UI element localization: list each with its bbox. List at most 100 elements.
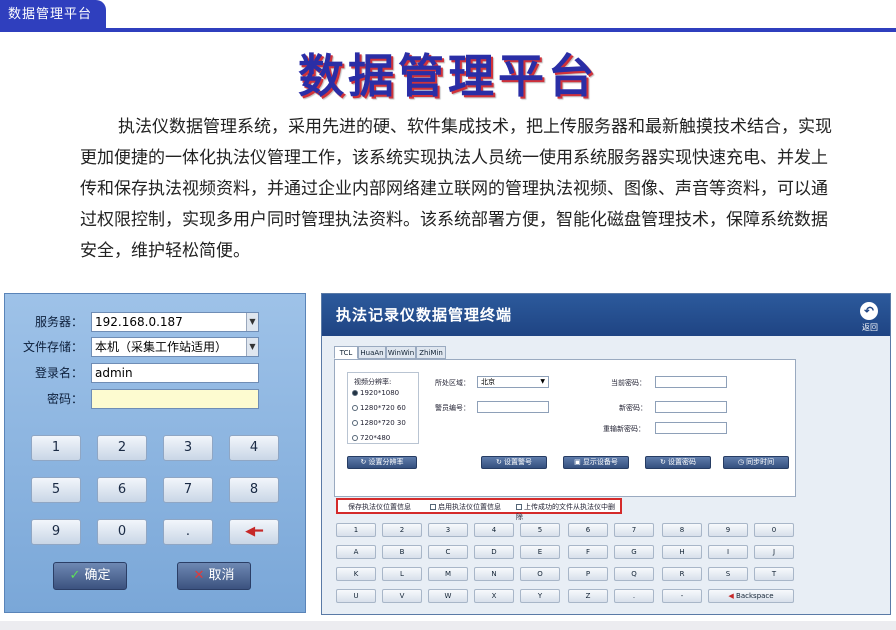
set-password-button[interactable]: ↻ 设置密码 [645, 456, 711, 469]
osk-key-f[interactable]: F [568, 545, 608, 559]
key-5[interactable]: 5 [31, 477, 81, 503]
terminal-header: 执法记录仪数据管理终端 ↶ 返回 [322, 294, 890, 336]
user-input[interactable]: admin [91, 363, 259, 383]
page-title: 数据管理平台 [298, 49, 598, 103]
header-tab[interactable]: 数据管理平台 [0, 0, 106, 29]
tab-zhimin[interactable]: ZhiMin [416, 346, 446, 359]
key-6[interactable]: 6 [97, 477, 147, 503]
osk-key-c[interactable]: C [428, 545, 468, 559]
osk-key-8[interactable]: 8 [662, 523, 702, 537]
key-8[interactable]: 8 [229, 477, 279, 503]
resolution-group: 视频分辨率: 1920*1080 1280*720 60 1280*720 30… [347, 372, 419, 444]
area-value: 北京 [481, 378, 495, 386]
osk-key-h[interactable]: H [662, 545, 702, 559]
osk-key-b[interactable]: B [382, 545, 422, 559]
current-password-input[interactable] [655, 376, 727, 388]
osk-key-1[interactable]: 1 [336, 523, 376, 537]
left-arrow-icon: ◀ [728, 592, 734, 600]
chevron-down-icon[interactable]: ▼ [246, 313, 258, 331]
resolution-option-1[interactable]: 1920*1080 [352, 388, 399, 398]
resolution-option-2[interactable]: 1280*720 60 [352, 403, 406, 413]
backspace-key[interactable]: ◀━ [229, 519, 279, 545]
radio-icon[interactable] [352, 405, 358, 411]
osk-key-r[interactable]: R [662, 567, 702, 581]
osk-key-g[interactable]: G [614, 545, 654, 559]
osk-key-n[interactable]: N [474, 567, 514, 581]
chevron-down-icon[interactable]: ▼ [246, 338, 258, 356]
osk-key-t[interactable]: T [754, 567, 794, 581]
osk-key-2[interactable]: 2 [382, 523, 422, 537]
storage-select[interactable]: 本机（采集工作站适用） ▼ [91, 337, 259, 357]
osk-key-x[interactable]: X [474, 589, 514, 603]
intro-paragraph: 执法仪数据管理系统，采用先进的硬、软件集成技术，把上传服务器和最新触摸技术结合，… [80, 117, 832, 261]
key-3[interactable]: 3 [163, 435, 213, 461]
osk-key-k[interactable]: K [336, 567, 376, 581]
osk-key-5[interactable]: 5 [520, 523, 560, 537]
server-select[interactable]: 192.168.0.187 ▼ [91, 312, 259, 332]
osk-key-d[interactable]: D [474, 545, 514, 559]
key-0[interactable]: 0 [97, 519, 147, 545]
osk-key-9[interactable]: 9 [708, 523, 748, 537]
password-input[interactable] [91, 389, 259, 409]
checkbox-icon[interactable] [516, 504, 522, 510]
back-label[interactable]: 返回 [862, 322, 878, 333]
osk-key-s[interactable]: S [708, 567, 748, 581]
osk-key-dot[interactable]: . [614, 589, 654, 603]
sync-time-button[interactable]: ◷ 同步时间 [723, 456, 789, 469]
tab-tcl[interactable]: TCL [334, 346, 358, 359]
radio-icon[interactable] [352, 390, 358, 396]
resolution-option-3[interactable]: 1280*720 30 [352, 418, 406, 428]
key-2[interactable]: 2 [97, 435, 147, 461]
confirm-password-input[interactable] [655, 422, 727, 434]
osk-key-o[interactable]: O [520, 567, 560, 581]
osk-key-6[interactable]: 6 [568, 523, 608, 537]
police-id-input[interactable] [477, 401, 549, 413]
area-select[interactable]: 北京 ▼ [477, 376, 549, 388]
osk-key-z[interactable]: Z [568, 589, 608, 603]
tab-huaan[interactable]: HuaAn [358, 346, 386, 359]
osk-key-v[interactable]: V [382, 589, 422, 603]
radio-icon[interactable] [352, 420, 358, 426]
osk-key-0[interactable]: 0 [754, 523, 794, 537]
server-value: 192.168.0.187 [95, 315, 183, 329]
key-dot[interactable]: . [163, 519, 213, 545]
set-police-id-button[interactable]: ↻ 设置警号 [481, 456, 547, 469]
osk-backspace-key[interactable]: ◀ Backspace [708, 589, 794, 603]
enable-location-option[interactable]: 启用执法仪位置信息 [430, 502, 501, 512]
save-location-option[interactable]: 保存执法仪位置信息 [348, 502, 411, 512]
key-7[interactable]: 7 [163, 477, 213, 503]
key-1[interactable]: 1 [31, 435, 81, 461]
osk-key-l[interactable]: L [382, 567, 422, 581]
osk-key-y[interactable]: Y [520, 589, 560, 603]
osk-key-m[interactable]: M [428, 567, 468, 581]
osk-key-j[interactable]: J [754, 545, 794, 559]
osk-key-w[interactable]: W [428, 589, 468, 603]
key-9[interactable]: 9 [31, 519, 81, 545]
osk-key-7[interactable]: 7 [614, 523, 654, 537]
osk-key-4[interactable]: 4 [474, 523, 514, 537]
osk-key-e[interactable]: E [520, 545, 560, 559]
osk-key-a[interactable]: A [336, 545, 376, 559]
set-resolution-button[interactable]: ↻ 设置分辨率 [347, 456, 417, 469]
back-icon[interactable]: ↶ [860, 302, 878, 320]
chevron-down-icon[interactable]: ▼ [540, 377, 545, 387]
tab-winwin[interactable]: WinWin [386, 346, 416, 359]
osk-key-u[interactable]: U [336, 589, 376, 603]
osk-key-q[interactable]: Q [614, 567, 654, 581]
osk-key-p[interactable]: P [568, 567, 608, 581]
resolution-option-4[interactable]: 720*480 [352, 433, 390, 443]
storage-value: 本机（采集工作站适用） [95, 340, 228, 354]
show-device-id-button[interactable]: ▣ 显示设备号 [563, 456, 629, 469]
osk-key-3[interactable]: 3 [428, 523, 468, 537]
cancel-button[interactable]: ✕ 取消 [177, 562, 251, 590]
key-4[interactable]: 4 [229, 435, 279, 461]
user-label: 登录名： [34, 366, 83, 380]
delete-uploaded-option[interactable]: 上传成功的文件从执法仪中删除 [516, 502, 620, 522]
radio-icon[interactable] [352, 435, 358, 441]
left-arrow-icon: ◀━ [245, 524, 263, 539]
ok-button[interactable]: ✓ 确定 [53, 562, 127, 590]
osk-key-i[interactable]: I [708, 545, 748, 559]
osk-key-dash[interactable]: - [662, 589, 702, 603]
checkbox-icon[interactable] [430, 504, 436, 510]
new-password-input[interactable] [655, 401, 727, 413]
